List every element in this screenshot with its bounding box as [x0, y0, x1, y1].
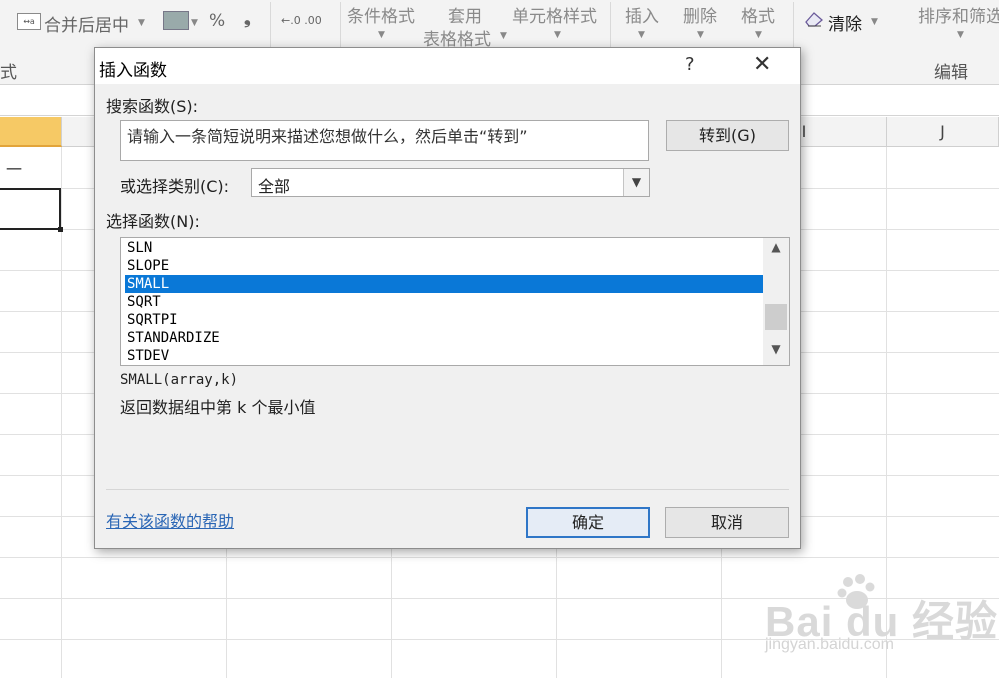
cancel-button[interactable]: 取消: [665, 507, 789, 538]
category-label: 或选择类别(C):: [120, 177, 230, 196]
chevron-down-icon[interactable]: ▼: [378, 30, 385, 40]
column-header-j[interactable]: J: [887, 117, 999, 147]
scroll-down-icon[interactable]: ▼: [763, 342, 789, 362]
chevron-down-icon[interactable]: ▼: [623, 169, 649, 196]
dialog-titlebar[interactable]: 插入函数 ? ✕: [95, 48, 800, 84]
search-function-input[interactable]: 请输入一条简短说明来描述您想做什么，然后单击“转到”: [120, 120, 649, 161]
apply-table-format-button[interactable]: 套用: [448, 2, 482, 27]
chevron-down-icon[interactable]: ▼: [638, 30, 645, 40]
chevron-down-icon[interactable]: ▼: [697, 30, 704, 40]
clear-button[interactable]: 清除: [828, 10, 862, 35]
divider: [106, 489, 789, 490]
ok-button[interactable]: 确定: [526, 507, 650, 538]
conditional-format-button[interactable]: 条件格式: [347, 2, 415, 27]
comma-style-button[interactable]: ❟: [244, 9, 251, 29]
chevron-down-icon[interactable]: ▼: [554, 30, 561, 40]
merge-center-icon[interactable]: ↔a: [17, 13, 41, 30]
fill-handle[interactable]: [58, 227, 63, 232]
scroll-up-icon[interactable]: ▲: [763, 240, 789, 260]
function-help-link[interactable]: 有关该函数的帮助: [106, 508, 234, 532]
list-item[interactable]: SQRTPI: [125, 311, 765, 329]
group-label-editing: 编辑: [934, 63, 968, 83]
chevron-down-icon[interactable]: ▼: [500, 31, 507, 41]
chevron-down-icon[interactable]: ▼: [138, 18, 145, 28]
chevron-down-icon[interactable]: ▼: [957, 30, 964, 40]
scroll-thumb[interactable]: [765, 304, 787, 330]
search-function-label: 搜索函数(S):: [106, 97, 199, 116]
percent-style-button[interactable]: %: [209, 11, 225, 31]
insert-button[interactable]: 插入: [625, 2, 659, 27]
cell-style-button[interactable]: 单元格样式: [512, 2, 597, 27]
format-button[interactable]: 格式: [741, 2, 775, 27]
watermark-url: jingyan.baidu.com: [765, 636, 894, 653]
category-select[interactable]: 全部 ▼: [251, 168, 650, 197]
delete-button[interactable]: 删除: [683, 2, 717, 27]
list-scrollbar[interactable]: ▲ ▼: [763, 238, 789, 365]
function-description: 返回数据组中第 k 个最小值: [120, 398, 316, 417]
chevron-down-icon[interactable]: ▼: [871, 17, 878, 27]
go-button[interactable]: 转到(G): [666, 120, 789, 151]
list-item[interactable]: STDEV: [125, 347, 765, 365]
list-item[interactable]: SQRT: [125, 293, 765, 311]
list-item[interactable]: STANDARDIZE: [125, 329, 765, 347]
sort-filter-button[interactable]: 排序和筛选: [918, 2, 999, 27]
function-listbox[interactable]: SLN SLOPE SMALL SQRT SQRTPI STANDARDIZE …: [120, 237, 790, 366]
group-label-styles: 式: [0, 63, 17, 83]
column-header[interactable]: [0, 117, 62, 147]
insert-function-dialog: 插入函数 ? ✕ 搜索函数(S): 请输入一条简短说明来描述您想做什么，然后单击…: [94, 47, 801, 549]
chevron-down-icon[interactable]: ▼: [755, 30, 762, 40]
increase-decimal-button[interactable]: ←.0 .00: [281, 14, 322, 27]
chevron-down-icon[interactable]: ▼: [191, 18, 198, 28]
dialog-title: 插入函数: [99, 61, 167, 81]
merge-center-button[interactable]: 合并后居中: [44, 11, 129, 36]
select-function-label: 选择函数(N):: [106, 212, 200, 231]
eraser-icon[interactable]: [804, 11, 824, 27]
help-icon[interactable]: ?: [685, 54, 695, 75]
list-item[interactable]: SLOPE: [125, 257, 765, 275]
function-syntax: SMALL(array,k): [120, 372, 239, 388]
cell-value[interactable]: 一: [6, 156, 22, 180]
category-value: 全部: [258, 177, 291, 196]
close-icon[interactable]: ✕: [753, 52, 771, 77]
active-cell[interactable]: [0, 188, 61, 230]
accounting-format-icon[interactable]: [163, 11, 189, 30]
list-item[interactable]: SLN: [125, 239, 765, 257]
list-item-selected[interactable]: SMALL: [125, 275, 765, 293]
